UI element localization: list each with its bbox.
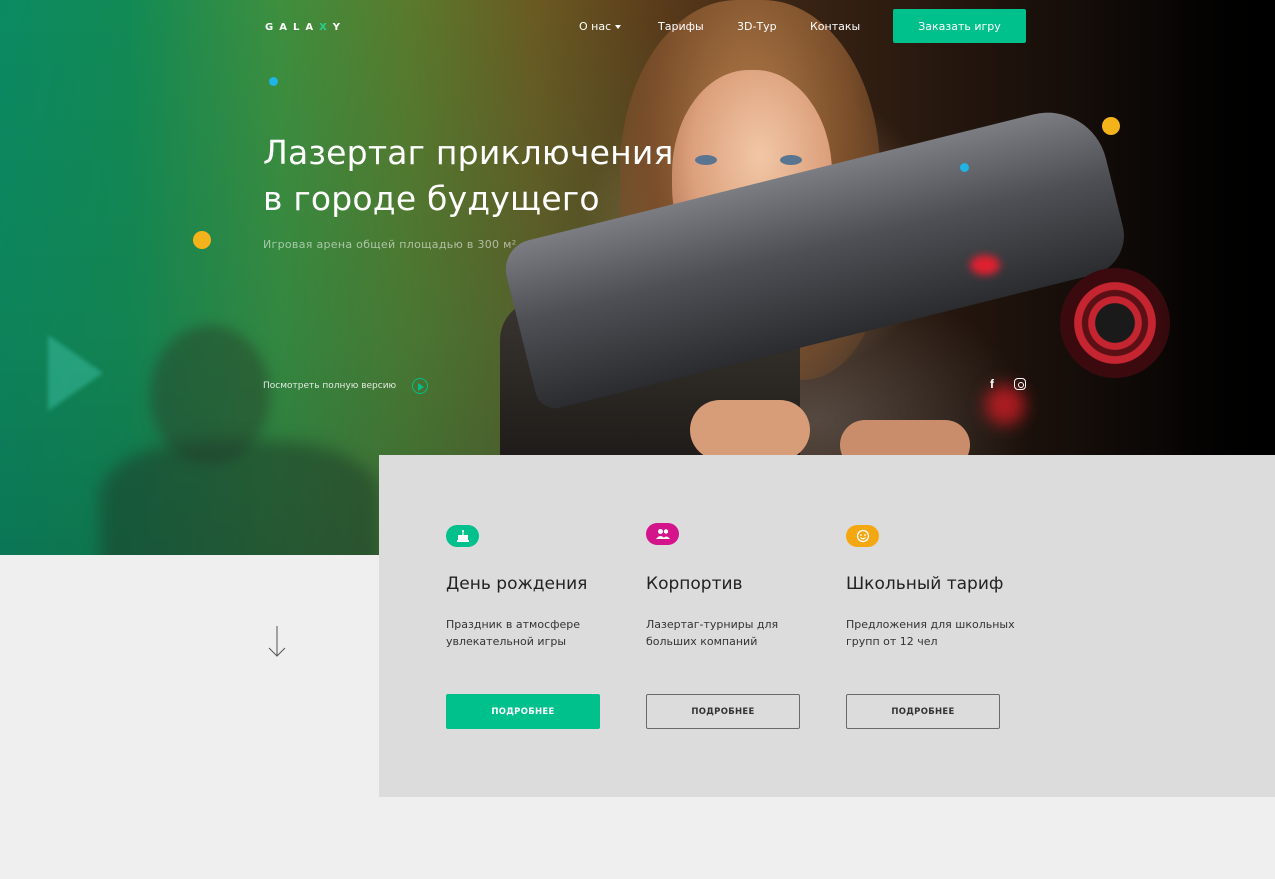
nav-item-label: Контакы	[810, 20, 861, 33]
arrow-down-icon[interactable]	[268, 626, 286, 658]
logo-text: GALA	[265, 22, 320, 33]
nav-item-label: О нас	[579, 20, 612, 33]
hero-title-line-2: в городе будущего	[263, 179, 600, 218]
school-details-button[interactable]: ПОДРОБНЕЕ	[846, 694, 1000, 729]
feature-description: Лазертаг-турниры для больших компаний	[646, 618, 779, 648]
order-game-button[interactable]: Заказать игру	[893, 9, 1026, 43]
features-panel: День рождения Праздник в атмосфере увлек…	[379, 455, 1275, 797]
light-flare	[48, 335, 103, 411]
video-link-label: Посмотреть полную версию	[263, 381, 397, 391]
nav-item-about[interactable]: О нас	[579, 20, 622, 34]
play-icon[interactable]	[412, 378, 429, 394]
nav-item-tariffs[interactable]: Тарифы	[658, 20, 704, 34]
background-player-body	[100, 440, 380, 555]
decor-dot-orange	[193, 231, 211, 249]
hero-title: Лазертаг приключения в городе будущего	[263, 130, 674, 222]
hero-title-line-1: Лазертаг приключения	[263, 133, 674, 172]
feature-description: Предложения для школьных групп от 12 чел	[846, 618, 1015, 648]
cake-icon	[446, 525, 479, 547]
feature-title: Школьный тариф	[846, 574, 1004, 594]
nav-item-label: Тарифы	[658, 20, 704, 33]
chevron-down-icon	[615, 25, 622, 29]
instagram-icon[interactable]	[1014, 378, 1026, 390]
feature-title: Корпортив	[646, 574, 743, 594]
decor-dot-blue	[269, 77, 278, 86]
hero-subtitle: Игровая арена общей площадью в 300 м²	[263, 238, 517, 251]
decor-dot-orange	[1102, 117, 1120, 135]
hero-photo-gun-barrel	[1060, 268, 1170, 378]
birthday-details-button[interactable]: ПОДРОБНЕЕ	[446, 694, 600, 729]
hero-photo-eye-left	[695, 155, 717, 165]
group-icon	[646, 523, 679, 545]
nav-item-contacts[interactable]: Контакы	[810, 20, 860, 34]
nav-item-label: 3D-Тур	[737, 20, 777, 33]
corporate-details-button[interactable]: ПОДРОБНЕЕ	[646, 694, 800, 729]
landing-page: GALAXY О нас Тарифы 3D-Тур Контакы Заказ…	[0, 0, 1275, 879]
feature-description: Праздник в атмосфере увлекательной игры	[446, 618, 581, 648]
facebook-glyph: f	[990, 377, 994, 391]
facebook-icon[interactable]: f	[985, 377, 999, 391]
feature-title: День рождения	[446, 574, 588, 594]
watch-full-video-link[interactable]: Посмотреть полную версию	[263, 378, 429, 394]
hero-photo-eye-right	[780, 155, 802, 165]
logo-text-end: Y	[332, 22, 347, 33]
hero-photo-hand	[690, 400, 810, 460]
hero-photo-gun-light	[970, 255, 1000, 275]
hero-photo-gun-light-2	[985, 385, 1025, 425]
galaxy-logo[interactable]: GALAXY	[265, 22, 346, 33]
nav-item-3d-tour[interactable]: 3D-Тур	[737, 20, 777, 34]
smile-face-icon	[846, 525, 879, 547]
decor-dot-blue	[960, 163, 969, 172]
logo-accent-letter: X	[319, 22, 333, 33]
